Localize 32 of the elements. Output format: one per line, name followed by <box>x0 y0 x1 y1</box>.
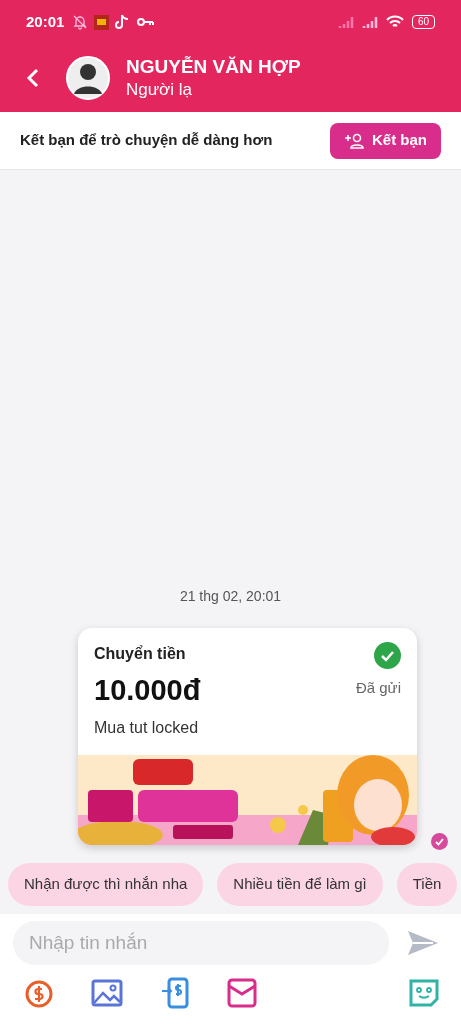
transfer-note: Mua tut locked <box>94 718 200 738</box>
add-friend-button[interactable]: Kết bạn <box>330 122 441 159</box>
status-time: 20:01 <box>26 11 65 32</box>
phone-dollar-icon[interactable] <box>161 977 189 1009</box>
signal-icon <box>337 15 356 29</box>
transfer-status: Đã gửi <box>355 678 401 698</box>
message-timestamp: 21 thg 02, 20:01 <box>179 588 282 604</box>
battery-indicator: 60 <box>411 15 435 29</box>
check-icon <box>374 642 401 669</box>
add-person-icon <box>344 132 364 149</box>
image-icon[interactable] <box>91 979 123 1007</box>
wifi-icon <box>385 15 404 29</box>
app-icon <box>94 14 110 30</box>
avatar <box>66 56 110 100</box>
key-icon <box>137 17 155 27</box>
card-title: Chuyển tiền <box>94 644 187 664</box>
signal-icon <box>361 15 380 29</box>
music-note-icon <box>115 14 130 30</box>
transfer-card[interactable]: Chuyển tiền 10.000đ Mua tut locked Đã gửi <box>78 628 417 845</box>
envelope-icon[interactable] <box>227 978 257 1008</box>
send-icon[interactable] <box>407 930 439 956</box>
bell-off-icon <box>72 14 89 30</box>
quick-reply-chip[interactable]: Nhận được thì nhắn nha <box>8 863 204 906</box>
sticker-icon[interactable] <box>408 978 440 1008</box>
dollar-circle-icon[interactable] <box>23 978 53 1008</box>
contact-status: Người lạ <box>126 79 193 101</box>
contact-name: NGUYỄN VĂN HỢP <box>126 55 301 79</box>
quick-reply-chip[interactable]: Tiền <box>396 863 458 906</box>
transfer-amount: 10.000đ <box>94 673 201 708</box>
quick-reply-chip[interactable]: Nhiều tiền để làm gì <box>217 863 383 906</box>
friend-prompt: Kết bạn để trò chuyện dễ dàng hơn <box>20 130 273 151</box>
message-input[interactable]: Nhập tin nhắn <box>13 921 389 965</box>
